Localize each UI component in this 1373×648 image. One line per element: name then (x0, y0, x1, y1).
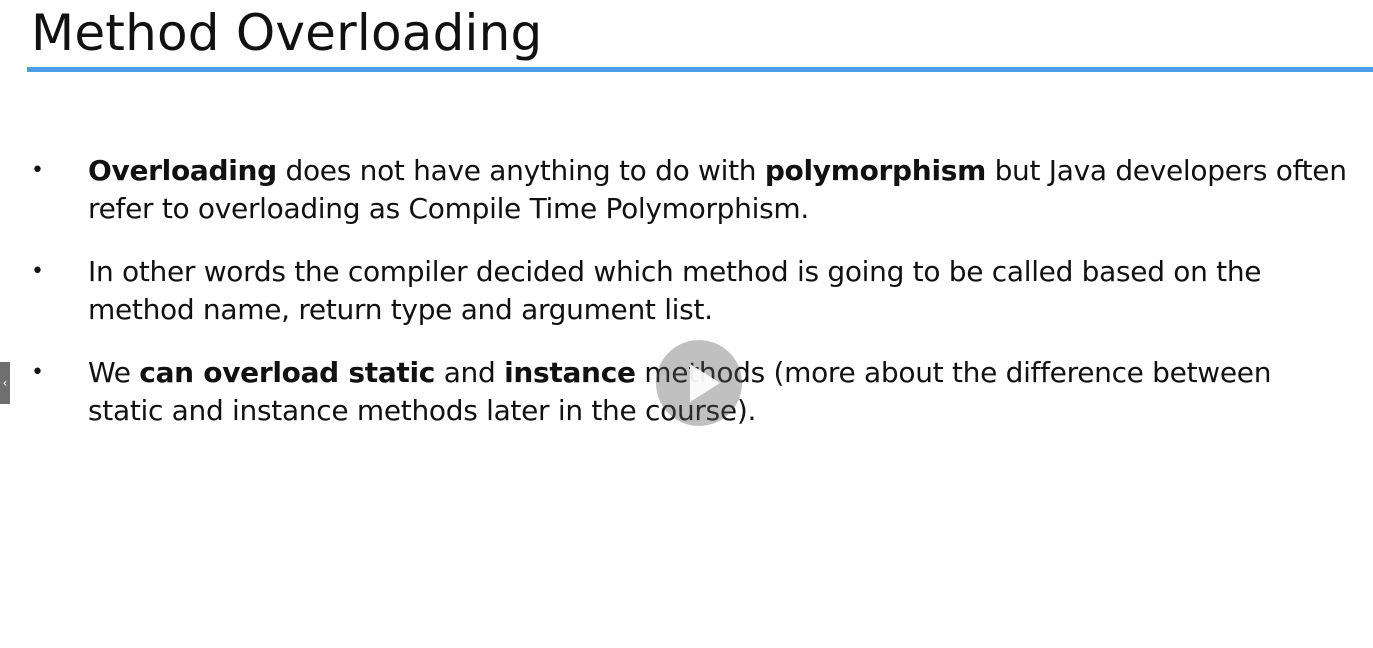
bullet-marker: • (31, 360, 44, 385)
play-button[interactable] (656, 340, 742, 426)
bullet-bold-text: instance (504, 356, 636, 389)
bullet-text: In other words the compiler decided whic… (88, 255, 1262, 326)
slide-title: Method Overloading (31, 4, 543, 62)
bullet-text: We (88, 356, 140, 389)
bullet-item: • Overloading does not have anything to d… (31, 152, 1351, 228)
bullet-bold-text: polymorphism (764, 154, 986, 187)
bullet-marker: • (31, 259, 44, 284)
chevron-left-icon: ‹ (2, 376, 8, 390)
bullet-bold-text: can overload static (139, 356, 436, 389)
bullet-marker: • (31, 158, 44, 183)
bullet-text: and (435, 356, 505, 389)
bullet-item: • In other words the compiler decided whi… (31, 253, 1351, 329)
bullet-bold-text: Overloading (88, 154, 277, 187)
play-icon (690, 364, 720, 402)
bullet-text: does not have anything to do with (276, 154, 765, 187)
title-underline (27, 67, 1373, 72)
sidebar-toggle-tab[interactable]: ‹ (0, 362, 10, 404)
slide: Method Overloading • Overloading does not… (0, 0, 1373, 648)
